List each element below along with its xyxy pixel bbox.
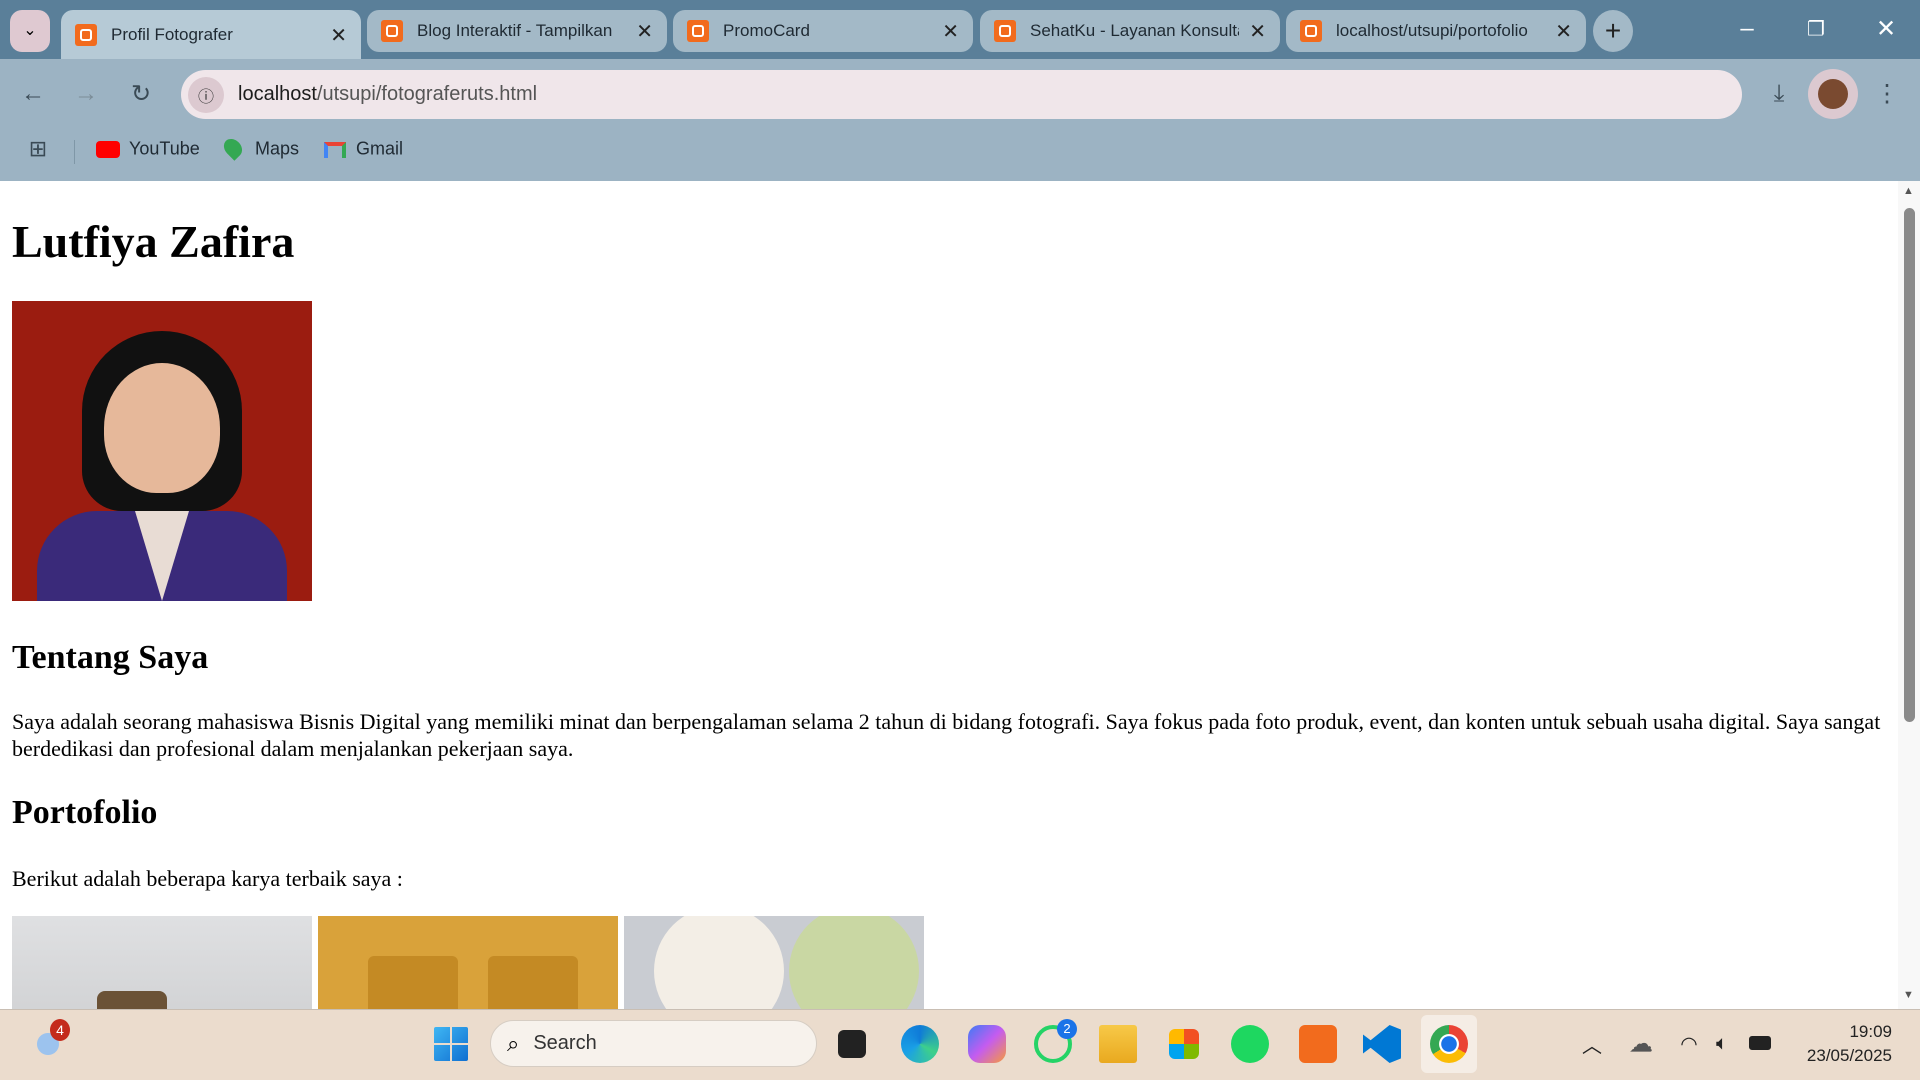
tab-search-button[interactable]: ⌄ xyxy=(10,10,50,52)
about-text: Saya adalah seorang mahasiswa Bisnis Dig… xyxy=(12,709,1881,761)
page-title: Lutfiya Zafira xyxy=(12,216,295,267)
restore-icon[interactable]: ❐ xyxy=(1807,17,1825,42)
search-input[interactable]: ⌕ Search xyxy=(490,1020,817,1067)
gmail-icon xyxy=(324,142,346,158)
xampp-icon xyxy=(75,24,97,46)
apps-icon[interactable]: ⊞ xyxy=(29,136,47,162)
close-icon[interactable]: ✕ xyxy=(1555,19,1572,44)
battery-icon[interactable] xyxy=(1749,1036,1771,1050)
about-heading: Tentang Saya xyxy=(12,639,209,676)
address-bar[interactable]: ⓘ localhost/utsupi/fotograferuts.html xyxy=(181,70,1742,119)
xampp-icon xyxy=(381,20,403,42)
spotify-icon[interactable] xyxy=(1231,1025,1269,1063)
divider xyxy=(74,140,75,164)
bookmark-maps[interactable]: Maps xyxy=(255,139,299,160)
scroll-down-icon[interactable]: ▼ xyxy=(1903,989,1914,1001)
xampp-icon[interactable] xyxy=(1299,1025,1337,1063)
wifi-icon[interactable]: ◠ xyxy=(1680,1032,1697,1057)
close-icon[interactable]: ✕ xyxy=(330,23,347,48)
tab-blog-interaktif[interactable]: Blog Interaktif - Tampilkan ✕ xyxy=(367,10,667,52)
back-icon[interactable]: ← xyxy=(21,80,45,108)
portfolio-image xyxy=(624,916,924,1009)
tab-portofolio[interactable]: localhost/utsupi/portofolio ✕ xyxy=(1286,10,1586,52)
start-icon[interactable] xyxy=(434,1027,468,1061)
profile-photo xyxy=(12,301,312,601)
tab-strip: ⌄ Profil Fotografer ✕ Blog Interaktif - T… xyxy=(0,0,1920,60)
tab-sehatku[interactable]: SehatKu - Layanan Konsultasi ✕ xyxy=(980,10,1280,52)
portfolio-heading: Portofolio xyxy=(12,794,158,831)
date: 23/05/2025 xyxy=(1806,1046,1892,1065)
volume-icon[interactable]: 🔈︎ xyxy=(1716,1033,1728,1056)
tab-profil-fotografer[interactable]: Profil Fotografer ✕ xyxy=(61,10,361,60)
scroll-up-icon[interactable]: ▲ xyxy=(1903,185,1914,197)
clock[interactable]: 19:09 23/05/2025 xyxy=(1780,1020,1892,1068)
tab-promocard[interactable]: PromoCard ✕ xyxy=(673,10,973,52)
time: 19:09 xyxy=(1849,1022,1892,1041)
search-icon: ⌕ xyxy=(507,1030,520,1056)
store-icon[interactable] xyxy=(1169,1029,1199,1059)
portfolio-image xyxy=(318,916,618,1009)
copilot-icon[interactable] xyxy=(968,1025,1006,1063)
menu-icon[interactable]: ⋮ xyxy=(1875,80,1899,109)
reload-icon[interactable]: ↻ xyxy=(131,80,151,109)
onedrive-icon[interactable]: ☁ xyxy=(1629,1030,1653,1059)
show-hidden-icons[interactable]: ︿ xyxy=(1582,1030,1602,1059)
task-view-icon[interactable] xyxy=(838,1030,866,1058)
new-tab-button[interactable]: + xyxy=(1593,10,1633,52)
file-explorer-icon[interactable] xyxy=(1099,1025,1137,1063)
weather-badge: 4 xyxy=(50,1019,70,1041)
close-icon[interactable]: ✕ xyxy=(1249,19,1266,44)
close-icon[interactable]: ✕ xyxy=(636,19,653,44)
download-icon[interactable]: ⤓ xyxy=(1774,80,1785,108)
minimize-icon[interactable]: – xyxy=(1740,15,1753,43)
forward-icon[interactable]: → xyxy=(74,80,98,108)
chrome-icon[interactable] xyxy=(1430,1025,1468,1063)
portfolio-image xyxy=(12,916,312,1009)
scrollbar[interactable]: ▲ ▼ xyxy=(1898,181,1920,1009)
page-content: Lutfiya Zafira Tentang Saya Saya adalah … xyxy=(0,181,1898,1009)
bookmark-youtube[interactable]: YouTube xyxy=(129,139,200,160)
info-icon[interactable]: ⓘ xyxy=(188,76,224,113)
portfolio-intro: Berikut adalah beberapa karya terbaik sa… xyxy=(12,866,403,891)
bookmark-gmail[interactable]: Gmail xyxy=(356,139,403,160)
youtube-icon xyxy=(96,141,120,158)
xampp-icon xyxy=(687,20,709,42)
close-window-icon[interactable]: ✕ xyxy=(1876,15,1896,44)
whatsapp-badge: 2 xyxy=(1057,1019,1077,1039)
close-icon[interactable]: ✕ xyxy=(942,19,959,44)
xampp-icon xyxy=(994,20,1016,42)
scrollbar-thumb[interactable] xyxy=(1904,208,1915,722)
avatar[interactable] xyxy=(1808,69,1858,119)
xampp-icon xyxy=(1300,20,1322,42)
edge-icon[interactable] xyxy=(901,1025,939,1063)
